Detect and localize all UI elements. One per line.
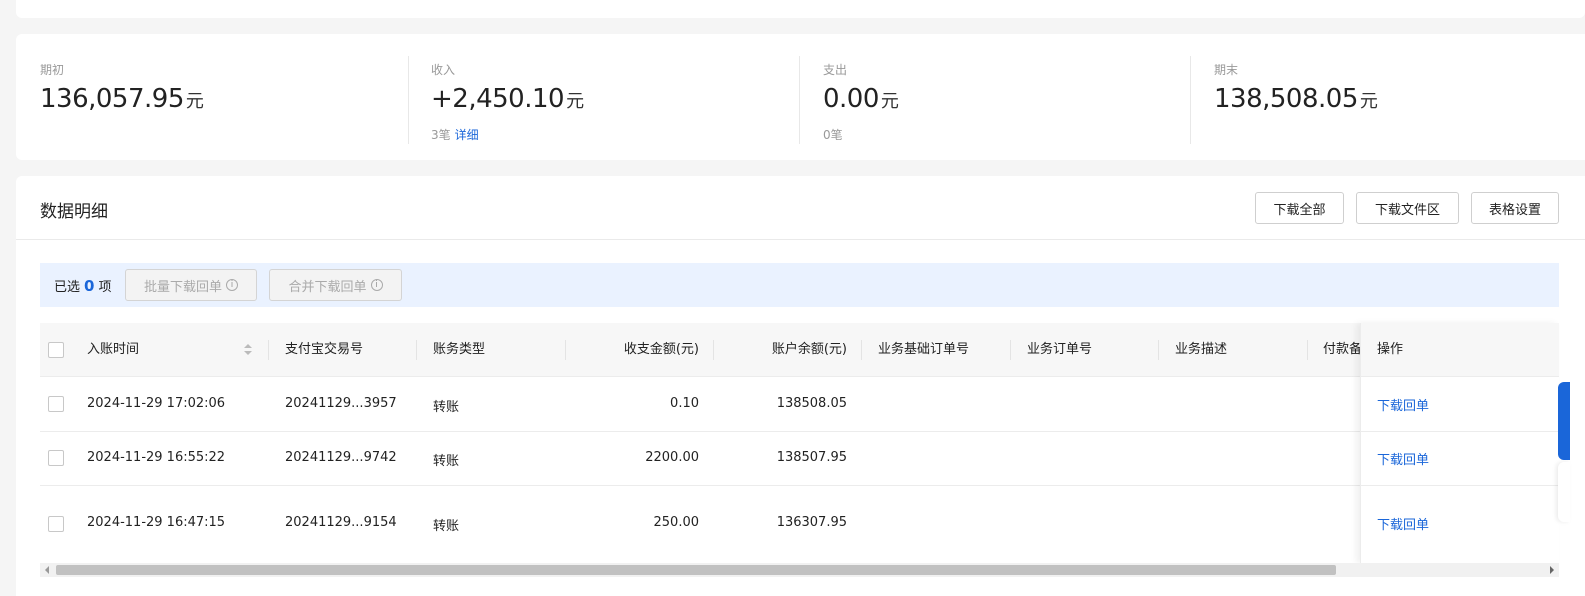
col-remark: 付款备 (1323, 342, 1360, 357)
stat-expense-value: 0.00 (823, 84, 879, 114)
row-checkbox[interactable] (48, 450, 64, 466)
horizontal-scrollbar[interactable] (40, 563, 1559, 577)
scroll-right-icon[interactable] (1550, 566, 1554, 574)
batch-download-label: 批量下载回单 (143, 279, 222, 295)
download-receipt-link[interactable]: 下载回单 (1377, 514, 1429, 533)
cell-amount: 250.00 (653, 515, 700, 530)
table-row: 2024-11-29 17:02:06 20241129...3957 转账 0… (40, 377, 1559, 432)
table-row: 2024-11-29 16:47:15 20241129...9154 转账 2… (40, 486, 1559, 563)
cell-trade-no: 20241129...3957 (285, 396, 397, 411)
stat-income-count: 3笔 (431, 128, 451, 142)
selection-suffix: 项 (98, 280, 112, 295)
row-checkbox[interactable] (48, 516, 64, 532)
selection-bar: 已选 0 项 批量下载回单 i 合并下载回单 i (40, 263, 1559, 307)
side-float-tab[interactable] (1558, 382, 1570, 460)
stat-expense-label: 支出 (823, 63, 848, 77)
sort-icon[interactable] (243, 343, 253, 357)
cell-trade-no: 20241129...9154 (285, 515, 397, 530)
download-receipt-link[interactable]: 下载回单 (1377, 449, 1429, 468)
cell-time: 2024-11-29 17:02:06 (87, 396, 226, 411)
download-receipt-link[interactable]: 下载回单 (1377, 395, 1429, 414)
row-checkbox[interactable] (48, 396, 64, 412)
stat-expense-unit: 元 (880, 91, 899, 112)
scroll-left-icon[interactable] (45, 566, 49, 574)
table-settings-button[interactable]: 表格设置 (1471, 192, 1559, 224)
col-trade-no: 支付宝交易号 (285, 342, 364, 357)
divider (799, 56, 800, 144)
summary-card: 期初 136,057.95 元 收入 +2,450.10 元 3笔 详细 支出 0.0… (16, 34, 1585, 160)
data-table: 入账时间 支付宝交易号 账务类型 收支金额(元) 账户余额(元) 业务基础订单号… (40, 323, 1559, 563)
download-files-button[interactable]: 下载文件区 (1356, 192, 1459, 224)
detail-card: 数据明细 下载全部 下载文件区 表格设置 已选 0 项 批量下载回单 i 合并下载回单… (16, 176, 1585, 596)
info-icon: i (370, 279, 383, 291)
download-all-button[interactable]: 下载全部 (1255, 192, 1344, 224)
col-type: 账务类型 (433, 342, 486, 357)
col-amount: 收支金额(元) (623, 342, 699, 357)
stat-closing-unit: 元 (1359, 91, 1378, 112)
ops-column: 操作 下载回单 下载回单 下载回单 (1360, 323, 1559, 563)
divider (16, 239, 1585, 240)
top-card (16, 0, 1585, 18)
side-float-tab[interactable] (1558, 462, 1570, 522)
col-base-order: 业务基础订单号 (878, 342, 970, 357)
stat-income-label: 收入 (431, 63, 456, 77)
divider (1190, 56, 1191, 144)
divider (408, 56, 409, 144)
stat-closing-value: 138,508.05 (1214, 84, 1358, 114)
table-row: 2024-11-29 16:55:22 20241129...9742 转账 2… (40, 432, 1559, 486)
selection-count: 0 (84, 277, 95, 295)
merge-download-label: 合并下载回单 (288, 279, 367, 295)
cell-balance: 138507.95 (776, 450, 847, 465)
cell-type: 转账 (433, 400, 460, 415)
col-order: 业务订单号 (1027, 342, 1093, 357)
stat-opening-value: 136,057.95 (40, 84, 184, 114)
cell-amount: 2200.00 (645, 450, 699, 465)
cell-amount: 0.10 (670, 396, 699, 411)
cell-time: 2024-11-29 16:47:15 (87, 515, 226, 530)
cell-trade-no: 20241129...9742 (285, 450, 397, 465)
col-balance: 账户余额(元) (771, 342, 847, 357)
stat-income-value: +2,450.10 (431, 84, 565, 114)
col-ops: 操作 (1361, 323, 1559, 377)
table-header: 入账时间 支付宝交易号 账务类型 收支金额(元) 账户余额(元) 业务基础订单号… (40, 323, 1559, 377)
select-all-checkbox[interactable] (48, 342, 64, 358)
cell-type: 转账 (433, 519, 460, 534)
selection-prefix: 已选 (54, 280, 81, 295)
batch-download-button[interactable]: 批量下载回单 i (125, 269, 257, 301)
stat-opening-unit: 元 (185, 91, 204, 112)
stat-expense-count: 0笔 (823, 128, 843, 142)
income-detail-link[interactable]: 详细 (455, 128, 479, 142)
stat-income-unit: 元 (566, 91, 585, 112)
merge-download-button[interactable]: 合并下载回单 i (269, 269, 402, 301)
stat-closing-label: 期末 (1214, 63, 1239, 77)
col-time[interactable]: 入账时间 (87, 323, 139, 377)
cell-balance: 136307.95 (776, 515, 847, 530)
cell-type: 转账 (433, 454, 460, 469)
cell-time: 2024-11-29 16:55:22 (87, 450, 226, 465)
col-desc: 业务描述 (1175, 342, 1228, 357)
detail-title: 数据明细 (40, 202, 108, 222)
cell-balance: 138508.05 (776, 396, 847, 411)
scroll-thumb[interactable] (56, 565, 1336, 575)
stat-opening-label: 期初 (40, 63, 65, 77)
info-icon: i (226, 279, 238, 291)
